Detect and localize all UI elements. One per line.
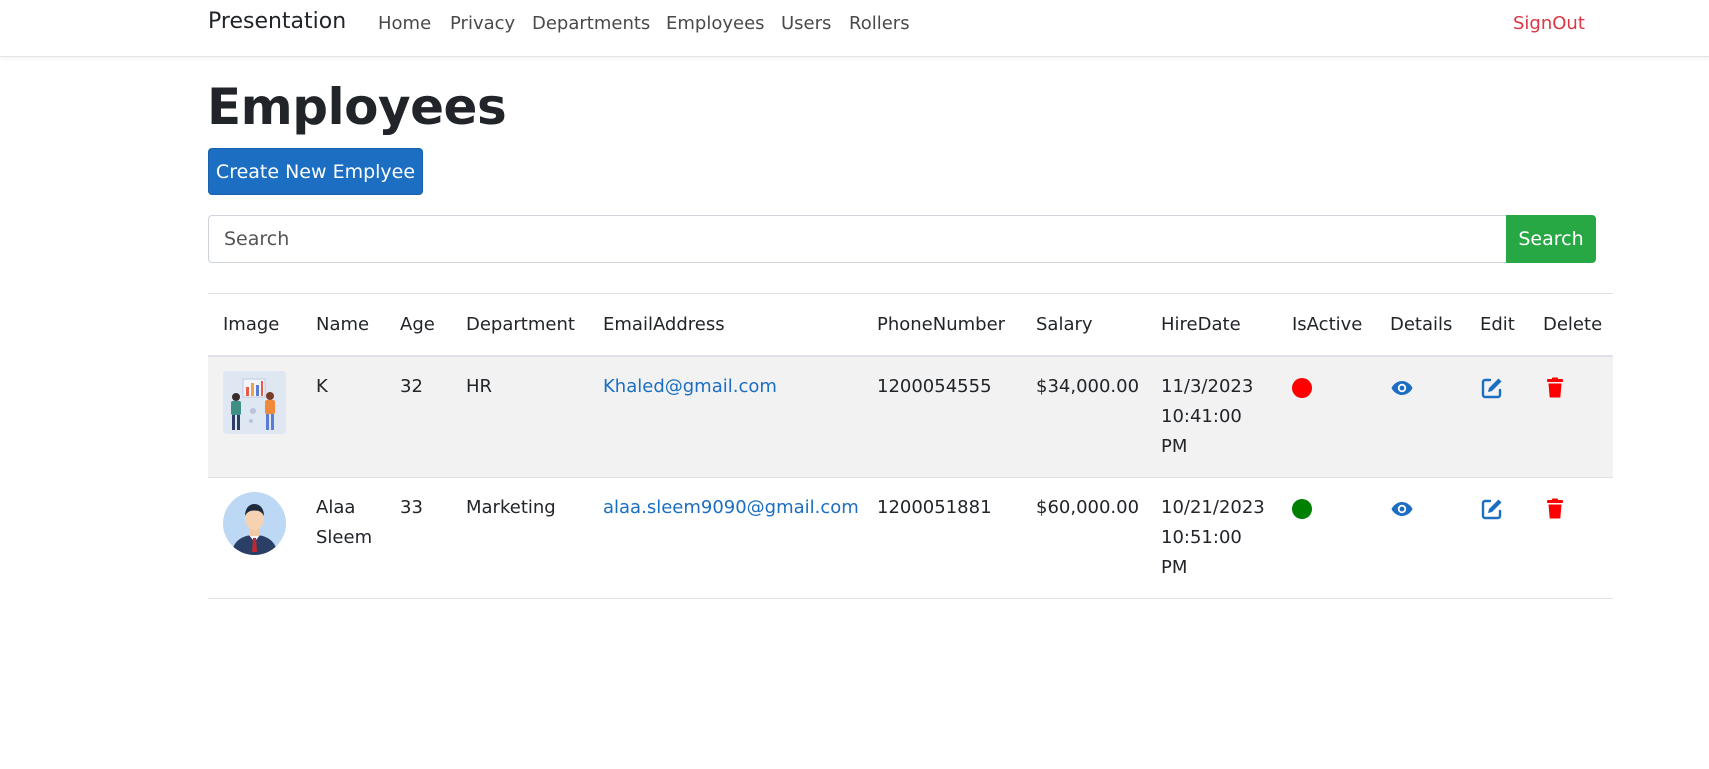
signout-link[interactable]: SignOut	[1513, 13, 1585, 34]
employee-image-cell	[208, 356, 301, 478]
trash-icon[interactable]	[1543, 376, 1567, 400]
employee-isactive-cell	[1277, 477, 1375, 598]
eye-icon[interactable]	[1390, 497, 1414, 521]
create-employee-button[interactable]: Create New Emplyee	[208, 148, 423, 195]
col-header-details: Details	[1390, 313, 1453, 335]
col-header-delete: Delete	[1543, 313, 1603, 335]
employee-name-line1: Alaa	[316, 496, 356, 518]
employees-table: Image Name Age Department EmailAddress P…	[208, 293, 1613, 599]
nav-link-privacy[interactable]: Privacy	[450, 13, 515, 34]
employee-name-line1: K	[316, 375, 328, 397]
employee-department: Marketing	[466, 496, 556, 518]
page-title: Employees	[207, 78, 507, 136]
employee-salary: $60,000.00	[1036, 496, 1140, 518]
col-header-department: Department	[466, 313, 575, 335]
hiredate-date: 11/3/2023	[1161, 375, 1254, 397]
employees-table-container: Image Name Age Department EmailAddress P…	[208, 293, 1613, 599]
businessman-avatar-image	[223, 491, 286, 555]
employee-email-cell: Khaled@gmail.com	[588, 356, 862, 478]
employee-email-link[interactable]: Khaled@gmail.com	[603, 376, 777, 397]
trash-icon[interactable]	[1543, 497, 1567, 521]
table-row: K 32 HR Khaled@gmail.com 1200054555 $34,…	[208, 355, 1613, 478]
hiredate-period: PM	[1161, 435, 1188, 457]
nav-link-users[interactable]: Users	[781, 13, 831, 34]
col-header-age: Age	[400, 313, 435, 335]
inactive-status-dot-icon	[1292, 377, 1312, 398]
brand-link[interactable]: Presentation	[208, 9, 346, 34]
employee-department: HR	[466, 375, 493, 397]
edit-cell	[1465, 356, 1528, 478]
details-cell	[1375, 356, 1465, 478]
nav-link-employees[interactable]: Employees	[666, 13, 765, 34]
col-header-edit: Edit	[1480, 313, 1515, 335]
employee-name-line2: Sleem	[316, 526, 373, 548]
col-header-name: Name	[316, 313, 370, 335]
employee-age: 33	[400, 496, 423, 518]
eye-icon[interactable]	[1390, 376, 1414, 400]
employee-age: 32	[400, 375, 423, 397]
edit-cell	[1465, 477, 1528, 598]
delete-cell	[1528, 356, 1613, 478]
col-header-hiredate: HireDate	[1161, 313, 1241, 335]
search-input[interactable]	[208, 215, 1507, 263]
search-button[interactable]: Search	[1506, 215, 1596, 263]
employee-name: K	[301, 356, 385, 478]
employee-hiredate: 11/3/2023 10:41:00 PM	[1146, 356, 1277, 478]
employee-name: Alaa Sleem	[301, 477, 385, 598]
table-header-row: Image Name Age Department EmailAddress P…	[208, 293, 1613, 356]
col-header-email: EmailAddress	[603, 313, 725, 335]
nav-link-home[interactable]: Home	[378, 13, 431, 34]
hiredate-time: 10:41:00	[1161, 405, 1242, 427]
employee-isactive-cell	[1277, 356, 1375, 478]
delete-cell	[1528, 477, 1613, 598]
employee-hiredate: 10/21/2023 10:51:00 PM	[1146, 477, 1277, 598]
edit-icon[interactable]	[1480, 376, 1504, 400]
team-illustration-image	[223, 370, 286, 434]
employee-email-cell: alaa.sleem9090@gmail.com	[588, 477, 862, 598]
employee-phone: 1200051881	[877, 496, 992, 518]
col-header-phone: PhoneNumber	[877, 313, 1006, 335]
hiredate-time: 10:51:00	[1161, 526, 1242, 548]
top-navbar: Presentation Home Privacy Departments Em…	[0, 0, 1709, 57]
col-header-image: Image	[223, 313, 280, 335]
col-header-salary: Salary	[1036, 313, 1093, 335]
hiredate-period: PM	[1161, 556, 1188, 578]
details-cell	[1375, 477, 1465, 598]
table-row: Alaa Sleem 33 Marketing alaa.sleem9090@g…	[208, 477, 1613, 598]
employee-salary: $34,000.00	[1036, 375, 1140, 397]
employee-phone: 1200054555	[877, 375, 992, 397]
col-header-isactive: IsActive	[1292, 313, 1363, 335]
employee-email-link[interactable]: alaa.sleem9090@gmail.com	[603, 497, 859, 518]
employee-image-cell	[208, 477, 301, 598]
nav-link-departments[interactable]: Departments	[532, 13, 650, 34]
hiredate-date: 10/21/2023	[1161, 496, 1265, 518]
active-status-dot-icon	[1292, 498, 1312, 519]
edit-icon[interactable]	[1480, 497, 1504, 521]
nav-link-rollers[interactable]: Rollers	[849, 13, 910, 34]
